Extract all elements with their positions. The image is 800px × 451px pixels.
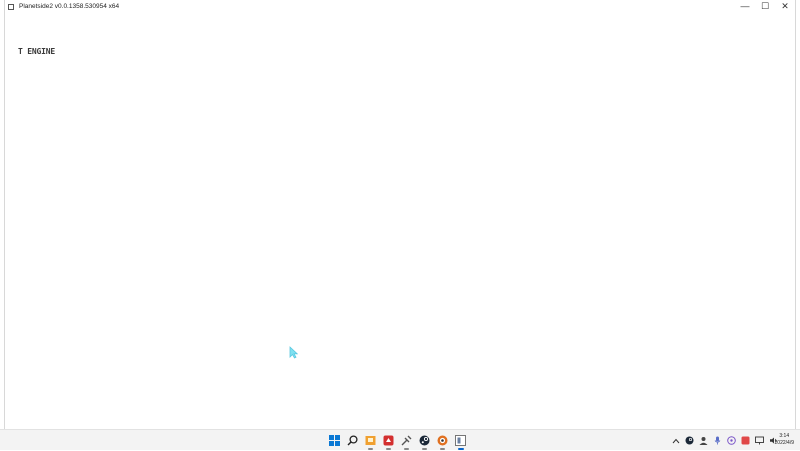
taskbar-apps (327, 430, 468, 451)
close-button[interactable]: ✕ (775, 0, 795, 13)
red-tray-icon[interactable] (740, 435, 751, 446)
window-controls: — ☐ ✕ (735, 0, 795, 13)
red-app-icon[interactable] (381, 432, 396, 450)
window-title: Planetside2 v0.0.1358.530954 x64 (19, 3, 120, 10)
title-bar[interactable]: Planetside2 v0.0.1358.530954 x64 — ☐ ✕ (5, 0, 795, 13)
running-indicator (386, 448, 391, 450)
app-window: Planetside2 v0.0.1358.530954 x64 — ☐ ✕ T… (4, 0, 796, 429)
running-indicator (422, 448, 427, 450)
window-app-icon (8, 3, 14, 10)
network-app-icon[interactable] (726, 435, 737, 446)
taskbar: 3:14 2022/4/9 (0, 429, 800, 450)
steam-icon[interactable] (417, 432, 432, 450)
system-tray (670, 430, 779, 451)
running-indicator (440, 448, 445, 450)
microphone-icon[interactable] (712, 435, 723, 446)
running-indicator (457, 448, 464, 450)
maximize-button[interactable]: ☐ (755, 0, 775, 13)
planetside-app-icon[interactable] (453, 432, 468, 450)
windows-start-icon[interactable] (327, 432, 342, 450)
running-indicator (368, 448, 373, 450)
engine-debug-text: T ENGINE (18, 47, 55, 56)
user-tray-icon[interactable] (698, 435, 709, 446)
running-indicator (404, 448, 409, 450)
system-clock[interactable]: 3:14 2022/4/9 (775, 433, 794, 447)
game-viewport[interactable]: T ENGINE (5, 13, 795, 429)
mouse-cursor-icon (289, 346, 298, 359)
tools-app-icon[interactable] (399, 432, 414, 450)
minimize-button[interactable]: — (735, 0, 755, 13)
clock-date: 2022/4/9 (774, 440, 794, 446)
file-explorer-icon[interactable] (363, 432, 378, 450)
chevron-up-icon[interactable] (670, 435, 681, 446)
display-icon[interactable] (754, 435, 765, 446)
orange-app-icon[interactable] (435, 432, 450, 450)
search-icon[interactable] (345, 432, 360, 450)
clock-time: 3:14 (779, 433, 790, 439)
steam-tray-icon[interactable] (684, 435, 695, 446)
